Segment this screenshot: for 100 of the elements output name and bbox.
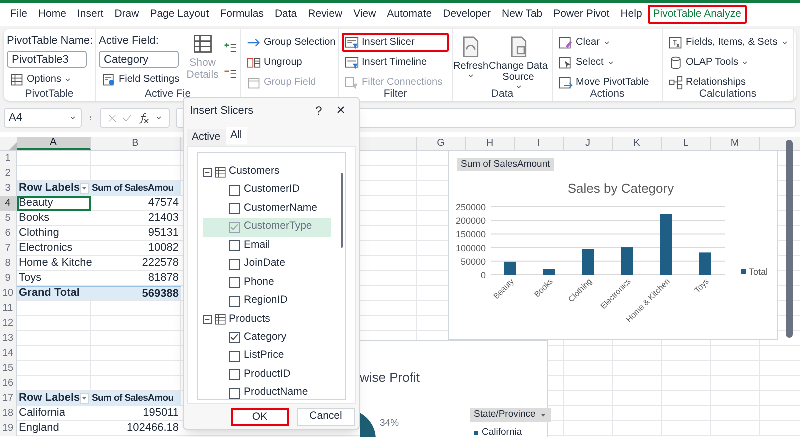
row-number[interactable]: 4 (0, 196, 17, 211)
row-number[interactable]: 7 (0, 241, 17, 256)
field-button[interactable]: State/Province (470, 408, 551, 422)
field-row[interactable]: CustomerName (203, 200, 331, 218)
menu-tab[interactable]: Developer (438, 5, 496, 24)
dialog-tab[interactable]: Active (187, 129, 226, 146)
row-number[interactable]: 19 (0, 421, 17, 436)
dialog-tab[interactable]: All (226, 127, 248, 144)
ribbon-button[interactable]: Ungroup (244, 53, 335, 72)
table-cell: Home & Kitche (17, 256, 91, 271)
table-cell: 21403 (91, 211, 181, 226)
ribbon-button[interactable]: Insert Slicer (342, 33, 449, 52)
ribbon-button[interactable]: Options (7, 70, 94, 89)
field-row[interactable]: ProductID (203, 366, 331, 384)
row-number[interactable]: 16 (0, 376, 17, 391)
field-row[interactable]: Email (203, 236, 331, 255)
group-label: Filter (384, 88, 408, 100)
name-field[interactable]: PivotTable3 (7, 51, 87, 68)
table-cell: Sum of SalesAmou (91, 391, 181, 406)
field-row[interactable]: Category (203, 328, 331, 347)
row-number[interactable]: 15 (0, 361, 17, 376)
row-number[interactable]: 2 (0, 166, 17, 181)
dialog-button[interactable]: Cancel (297, 408, 355, 426)
table-cell: 222578 (91, 256, 181, 271)
name-box[interactable]: A4 (4, 108, 82, 128)
table-cell: Books (17, 211, 91, 226)
name-field[interactable]: Category (99, 51, 179, 68)
ribbon-button[interactable]: Change Data Source (488, 35, 549, 91)
group-label: Data (491, 88, 514, 100)
group-label: Actions (590, 88, 625, 100)
field-row[interactable]: ProductName (203, 384, 331, 399)
menu-tab[interactable]: Draw (109, 5, 145, 24)
tree-label: Products (229, 312, 270, 327)
menu-tab[interactable]: Power Pivot (548, 5, 616, 24)
column-header[interactable]: B (91, 137, 181, 150)
menu-tab[interactable]: New Tab (496, 5, 548, 24)
axis-label: 50000 (460, 256, 486, 267)
row-number[interactable]: 5 (0, 211, 17, 226)
table-cell: Row Labels (17, 181, 91, 196)
row-number[interactable]: 14 (0, 346, 17, 361)
menu-tab[interactable]: Page Layout (144, 5, 215, 24)
menu-tab[interactable]: PivotTable Analyze (648, 5, 747, 24)
row-number[interactable]: 8 (0, 256, 17, 271)
table-cell: Electronics (17, 241, 91, 256)
ribbon-button[interactable]: Fields, Items, & Sets (666, 33, 790, 52)
field-row[interactable]: JoinDate (203, 255, 331, 274)
ribbon-button[interactable]: Clear (556, 33, 659, 52)
menu-tab[interactable]: Automate (382, 5, 438, 24)
menu-tab[interactable]: Review (302, 5, 348, 24)
menu-tab[interactable]: Insert (72, 5, 110, 24)
axis-label: 100000 (456, 243, 486, 254)
row-number[interactable]: 6 (0, 226, 17, 241)
row-number[interactable]: 1 (0, 151, 17, 166)
table-cell: 47574 (91, 196, 181, 211)
help-button[interactable]: ? (309, 102, 329, 120)
row-number[interactable]: 11 (0, 301, 17, 316)
table-cell: 102466.18 (91, 421, 181, 436)
field-row[interactable]: Phone (203, 274, 331, 292)
menu-tab[interactable]: Home (32, 5, 72, 24)
menu-tab[interactable]: Help (615, 5, 648, 24)
ribbon-button[interactable]: Select (556, 53, 659, 72)
legend-label: California (482, 427, 522, 437)
table-cell: England (17, 421, 91, 436)
menu-tab[interactable]: Data (269, 5, 303, 24)
row-number[interactable]: 10 (0, 286, 17, 301)
table-cell: 95131 (91, 226, 181, 241)
row-number[interactable]: 18 (0, 406, 17, 421)
ribbon-button[interactable]: Group Selection (244, 33, 335, 52)
ribbon-button[interactable]: Field Settings (99, 70, 183, 89)
row-number[interactable]: 17 (0, 391, 17, 406)
menu-tab[interactable]: File (5, 5, 33, 24)
row-number[interactable]: 12 (0, 316, 17, 331)
row-number[interactable]: 9 (0, 271, 17, 286)
axis-label: Toys (692, 277, 711, 296)
field-row[interactable]: CustomerID (203, 181, 331, 200)
field-row[interactable]: RegionID (203, 292, 331, 310)
axis-label: 150000 (456, 230, 486, 240)
row-number[interactable]: 3 (0, 181, 17, 196)
field-row[interactable]: ListPrice (203, 347, 331, 366)
close-button[interactable]: × (329, 100, 353, 122)
table-cell: 569388 (91, 286, 181, 301)
row-number[interactable]: 13 (0, 331, 17, 346)
ribbon-button[interactable]: Insert Timeline (342, 53, 449, 72)
dialog-button[interactable]: OK (231, 408, 289, 426)
field-button[interactable]: Sum of SalesAmount (457, 158, 554, 171)
table-cell: Beauty (17, 196, 91, 211)
table-cell: Grand Total (17, 286, 91, 301)
ribbon-button[interactable]: Refresh (456, 35, 486, 91)
menu-tab[interactable]: View (348, 5, 382, 24)
dialog-title: Insert Slicers (190, 104, 255, 119)
ribbon-button[interactable]: OLAP Tools (666, 53, 790, 72)
table-cell: 195011 (91, 406, 181, 421)
axis-label: 0 (480, 270, 486, 280)
table-cell: Sum of SalesAmou (91, 181, 181, 196)
axis-label: 250000 (456, 202, 486, 212)
column-header[interactable]: A (17, 137, 91, 150)
legend-label: Total (749, 267, 768, 277)
table-cell: California (17, 406, 91, 421)
menu-tab[interactable]: Formulas (214, 5, 270, 24)
group-label: PivotTable (25, 88, 74, 100)
